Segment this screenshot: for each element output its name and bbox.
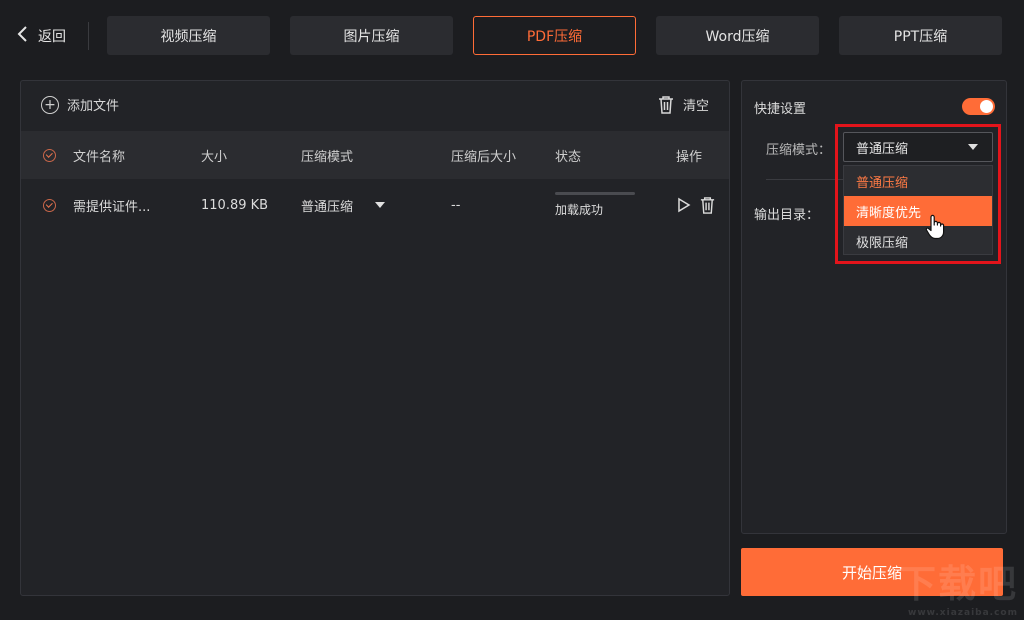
compressed-size: -- [451,197,461,213]
add-circle-icon: + [41,95,59,114]
column-size: 大小 [201,149,228,165]
clear-button[interactable]: 清空 [657,95,709,114]
watermark-url: www.xiazaiba.com [908,608,1018,618]
row-checkbox[interactable] [43,179,56,231]
watermark: 下载吧 www.xiazaiba.com [898,553,1018,618]
option-extreme[interactable]: 极限压缩 [844,226,992,256]
check-circle-icon [43,148,56,162]
status-cell: 加载成功 [555,179,635,231]
compress-mode-select[interactable]: 普通压缩 [843,132,993,162]
back-label: 返回 [38,29,66,45]
file-name: 需提供证件... [73,199,151,215]
toggle-knob [980,100,993,113]
clear-label: 清空 [682,99,709,114]
chevron-left-icon [16,25,30,47]
tab-video-compress[interactable]: 视频压缩 [107,16,270,55]
status-text: 加载成功 [555,203,604,217]
output-dir-label: 输出目录： [754,208,820,223]
table-row: 需提供证件... 110.89 KB 普通压缩 -- 加载成功 [21,179,729,231]
compress-mode-label: 压缩模式： [766,143,832,158]
column-actions: 操作 [676,149,703,165]
trash-icon[interactable] [699,196,716,214]
option-clarity-first[interactable]: 清晰度优先 [844,196,992,226]
actions-cell [676,179,716,231]
add-file-button[interactable]: + 添加文件 [41,95,119,114]
quick-settings-label: 快捷设置 [754,102,807,117]
option-normal[interactable]: 普通压缩 [844,166,992,196]
tab-word-compress[interactable]: Word压缩 [656,16,819,55]
row-mode-select[interactable]: 普通压缩 [301,196,386,215]
watermark-text: 下载吧 [897,562,1018,606]
caret-down-icon [375,202,386,208]
add-file-label: 添加文件 [67,99,120,114]
back-button[interactable]: 返回 [16,22,66,50]
play-icon[interactable] [676,197,691,213]
column-compressed-size: 压缩后大小 [451,149,517,165]
row-mode-cell: 普通压缩 [301,179,386,231]
trash-icon [657,95,675,114]
column-name: 文件名称 [73,149,126,165]
file-toolbar: + 添加文件 清空 [21,81,729,131]
table-header: 文件名称 大小 压缩模式 压缩后大小 状态 操作 [21,131,729,179]
tab-image-compress[interactable]: 图片压缩 [290,16,453,55]
compress-mode-value: 普通压缩 [856,141,909,157]
check-circle-icon [43,198,56,212]
hand-cursor-icon [925,214,945,240]
tab-pdf-compress[interactable]: PDF压缩 [473,16,636,55]
progress-fill [555,192,635,195]
caret-down-icon [968,144,978,150]
row-mode-value: 普通压缩 [301,199,354,215]
file-size: 110.89 KB [201,197,269,213]
divider [88,22,89,50]
column-mode: 压缩模式 [301,149,354,165]
file-panel: + 添加文件 清空 文件名称 大小 压缩模式 压缩后大小 状态 操作 需提供证件… [20,80,730,596]
progress-bar [555,192,635,195]
tab-ppt-compress[interactable]: PPT压缩 [839,16,1002,55]
select-all-checkbox[interactable] [43,131,56,179]
column-status: 状态 [555,149,582,165]
quick-settings-toggle[interactable] [962,98,995,115]
compress-mode-options: 普通压缩 清晰度优先 极限压缩 [843,165,993,255]
